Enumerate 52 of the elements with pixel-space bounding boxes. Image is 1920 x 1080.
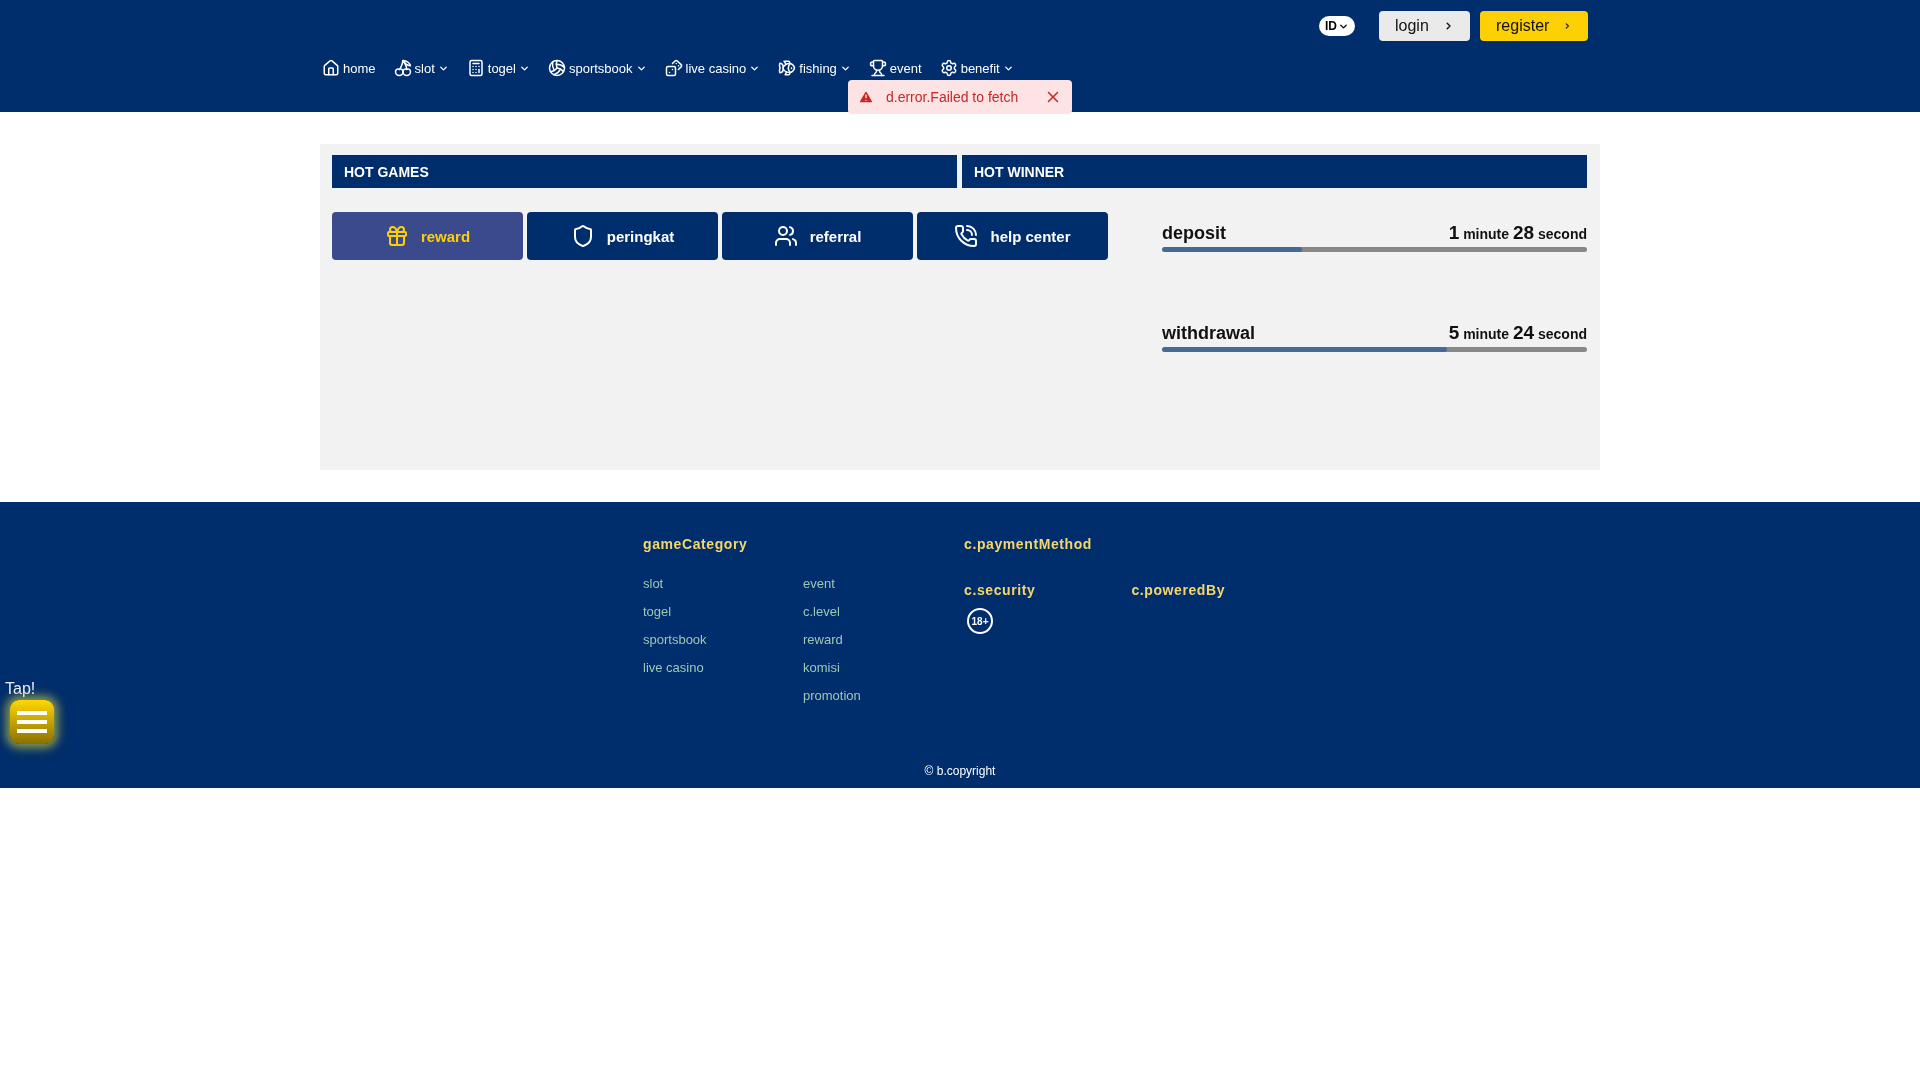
footer-link[interactable]: slot xyxy=(643,576,803,591)
nav-link[interactable]: benefit xyxy=(939,59,1014,77)
nav-link[interactable]: home xyxy=(322,59,376,77)
register-button[interactable]: register xyxy=(1480,11,1588,41)
footer-heading: gameCategory xyxy=(643,536,749,552)
nav-link[interactable]: slot xyxy=(393,59,449,77)
cherry-icon xyxy=(393,59,412,77)
footer-heading: c.paymentMethod xyxy=(964,536,1093,552)
nav-link[interactable]: live casino xyxy=(664,59,761,77)
house-icon xyxy=(322,59,340,77)
footer-link[interactable]: reward xyxy=(803,632,963,647)
gear-icon xyxy=(939,59,958,77)
menu-icon xyxy=(17,711,47,733)
elapsed-time: 5 minute 24 second xyxy=(1448,322,1587,344)
footer-heading: c.security xyxy=(964,582,1036,598)
warning-icon xyxy=(858,89,874,105)
elapsed-time: 1 minute 28 second xyxy=(1448,222,1587,244)
login-button[interactable]: login xyxy=(1379,11,1470,41)
nav-link[interactable]: togel xyxy=(466,59,530,77)
people-icon xyxy=(773,224,798,248)
calculator-icon xyxy=(466,59,485,77)
error-message: d.error.Failed to fetch xyxy=(886,89,1020,105)
tap-label: Tap! xyxy=(5,680,37,698)
footer-link[interactable]: komisi xyxy=(803,660,963,675)
winner-type: deposit xyxy=(1162,223,1226,244)
footer-link[interactable]: live casino xyxy=(643,660,803,675)
category-tab[interactable]: help center xyxy=(917,212,1108,260)
language-selector[interactable]: ID xyxy=(1319,16,1355,36)
category-tab[interactable]: referral xyxy=(722,212,913,260)
footer-link[interactable]: c.level xyxy=(803,604,963,619)
trophy-icon xyxy=(868,59,887,77)
section-title: HOT WINNER xyxy=(962,155,1587,188)
ball-icon xyxy=(547,59,566,77)
fish-icon xyxy=(778,59,797,77)
footer-link[interactable]: event xyxy=(803,576,963,591)
footer-link[interactable]: sportsbook xyxy=(643,632,803,647)
gift-icon xyxy=(384,224,409,248)
dice-icon xyxy=(664,59,683,77)
nav-link[interactable]: fishing xyxy=(778,59,851,77)
footer-link[interactable]: promotion xyxy=(803,688,963,703)
age-badge: 18+ xyxy=(967,608,993,634)
nav-link[interactable]: event xyxy=(868,59,922,77)
section-title: HOT GAMES xyxy=(332,155,957,188)
winner-type: withdrawal xyxy=(1162,323,1255,344)
phone-icon xyxy=(954,224,979,248)
footer-link[interactable]: togel xyxy=(643,604,803,619)
copyright-text: © b.copyright xyxy=(923,764,997,778)
footer-heading: c.poweredBy xyxy=(1131,582,1226,600)
category-tab[interactable]: peringkat xyxy=(527,212,718,260)
menu-button[interactable] xyxy=(10,700,54,744)
category-tab[interactable]: reward xyxy=(332,212,523,260)
nav-link[interactable]: sportsbook xyxy=(547,59,647,77)
